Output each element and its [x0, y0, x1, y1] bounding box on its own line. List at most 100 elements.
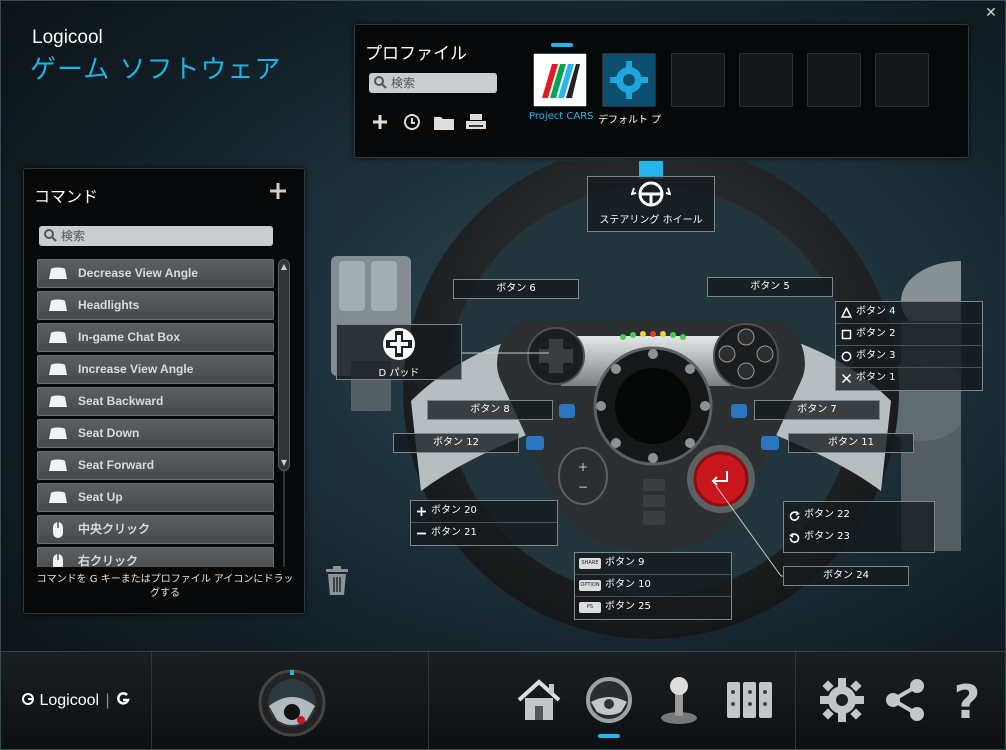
folder-icon	[434, 117, 454, 130]
commands-hint: コマンドを G キーまたはプロファイル アイコンにドラッグする	[36, 574, 294, 599]
rotate-counterclockwise-icon	[789, 532, 800, 543]
scan-games-button[interactable]	[401, 111, 423, 133]
trash-icon[interactable]	[324, 566, 350, 596]
open-profile-button[interactable]	[433, 111, 455, 133]
shifter-icon[interactable]	[653, 674, 705, 726]
profile-slot-empty[interactable]	[807, 53, 861, 107]
help-icon[interactable]: ?	[941, 674, 993, 726]
dpad-label: D パッド	[378, 368, 420, 379]
command-item[interactable]: 右クリック	[37, 547, 274, 567]
scroll-down-icon[interactable]: ▼	[279, 458, 289, 468]
steering-wheel-icon[interactable]	[583, 674, 635, 726]
steering-wheel-icon	[630, 181, 672, 207]
profile-slot-empty[interactable]	[875, 53, 929, 107]
logitech-g-logo-icon	[22, 693, 34, 705]
bottom-bar: Logicool | ?	[1, 651, 1005, 749]
button-22-row[interactable]: ボタン 22	[784, 505, 934, 527]
command-item[interactable]: Seat Up	[37, 483, 274, 512]
key-icon	[49, 491, 67, 503]
profile-label-default: デフォルト プロファイル	[598, 115, 662, 126]
command-item[interactable]: 中央クリック	[37, 515, 274, 544]
circle-icon	[841, 351, 852, 362]
button-20-row[interactable]: ボタン 20	[411, 501, 557, 523]
command-list-scrollbar[interactable]: ▲ ▼	[278, 259, 290, 471]
command-search-input[interactable]: 検索	[39, 226, 273, 246]
button-9-row[interactable]: SHARE ボタン 9	[575, 553, 731, 575]
key-icon	[49, 459, 67, 471]
button-10-row[interactable]: OPTION ボタン 10	[575, 575, 731, 597]
profile-search-input[interactable]: 検索	[369, 73, 497, 93]
square-icon	[841, 329, 852, 340]
option-button-image: OPTION	[579, 580, 601, 591]
button-25-row[interactable]: PS ボタン 25	[575, 597, 731, 619]
search-icon	[44, 229, 57, 242]
command-item[interactable]: Increase View Angle	[37, 355, 274, 384]
profile-slot-empty[interactable]	[671, 53, 725, 107]
divider	[795, 652, 796, 749]
plus-icon	[417, 507, 426, 516]
search-placeholder: 検索	[61, 229, 86, 243]
add-command-button[interactable]	[268, 181, 288, 201]
profile-label-project-cars: Project CARS	[529, 111, 593, 122]
add-profile-button[interactable]	[369, 111, 391, 133]
key-icon	[49, 363, 67, 375]
commands-panel: コマンド 検索 Decrease View Angle Headlights I…	[23, 168, 305, 614]
dpad-callout[interactable]: D パッド	[336, 324, 462, 380]
button-4-row[interactable]: ボタン 4	[836, 302, 982, 324]
button-5-callout[interactable]: ボタン 5	[707, 277, 833, 297]
dial-callout: ボタン 22 ボタン 23	[783, 501, 935, 553]
profile-slot-default[interactable]	[602, 53, 656, 107]
button-6-callout[interactable]: ボタン 6	[453, 279, 579, 299]
command-item[interactable]: Seat Backward	[37, 387, 274, 416]
pedals-icon[interactable]	[723, 674, 775, 726]
svg-text:−: −	[578, 480, 588, 494]
command-item[interactable]: Headlights	[37, 291, 274, 320]
close-icon[interactable]: ✕	[983, 5, 999, 21]
command-list: Decrease View Angle Headlights In-game C…	[37, 259, 274, 567]
dpad-icon	[383, 328, 415, 360]
key-icon	[49, 427, 67, 439]
ps-button-image: PS	[579, 602, 601, 613]
triangle-icon	[841, 307, 852, 318]
divider	[428, 652, 429, 749]
scroll-up-icon[interactable]: ▲	[279, 262, 289, 272]
profile-slot-project-cars[interactable]	[533, 53, 587, 107]
button-7-callout[interactable]: ボタン 7	[754, 400, 880, 420]
device-wheel-thumbnail[interactable]	[257, 668, 327, 738]
key-icon	[49, 299, 67, 311]
key-icon	[49, 267, 67, 279]
settings-gear-icon[interactable]	[816, 674, 868, 726]
command-item[interactable]: Seat Forward	[37, 451, 274, 480]
steering-wheel-callout[interactable]: ステアリング ホイール	[587, 176, 715, 232]
print-profile-button[interactable]	[465, 111, 487, 133]
scroll-track	[283, 471, 285, 567]
minus-icon	[417, 532, 426, 535]
wheel-illustration: + − ステアリング ホイール D パッド ボタン 6 ボタン 5 ボタン 8 …	[321, 143, 1005, 651]
command-item[interactable]: Seat Down	[37, 419, 274, 448]
home-icon[interactable]	[513, 674, 565, 726]
button-8-callout[interactable]: ボタン 8	[427, 400, 553, 420]
divider	[151, 652, 152, 749]
button-23-row[interactable]: ボタン 23	[784, 527, 934, 549]
button-12-callout[interactable]: ボタン 12	[393, 433, 519, 453]
button-11-callout[interactable]: ボタン 11	[788, 433, 914, 453]
profile-panel: プロファイル 検索 Project CARS デフォルト プロファイル	[354, 24, 969, 158]
command-item[interactable]: Decrease View Angle	[37, 259, 274, 288]
project-cars-icon	[534, 54, 586, 106]
profile-slot-empty[interactable]	[739, 53, 793, 107]
printer-icon	[466, 114, 486, 129]
button-2-row[interactable]: ボタン 2	[836, 324, 982, 346]
g-icon	[117, 692, 130, 705]
button-3-row[interactable]: ボタン 3	[836, 346, 982, 368]
command-item[interactable]: In-game Chat Box	[37, 323, 274, 352]
share-icon[interactable]	[879, 674, 931, 726]
plus-icon	[373, 115, 387, 129]
mouse-icon	[53, 554, 63, 567]
button-24-callout[interactable]: ボタン 24	[783, 566, 909, 586]
button-21-row[interactable]: ボタン 21	[411, 523, 557, 545]
button-1-row[interactable]: ボタン 1	[836, 368, 982, 390]
cross-icon	[841, 373, 852, 384]
profile-title: プロファイル	[365, 44, 467, 64]
center-buttons-callout: SHARE ボタン 9 OPTION ボタン 10 PS ボタン 25	[574, 552, 732, 620]
active-nav-indicator	[598, 734, 620, 738]
